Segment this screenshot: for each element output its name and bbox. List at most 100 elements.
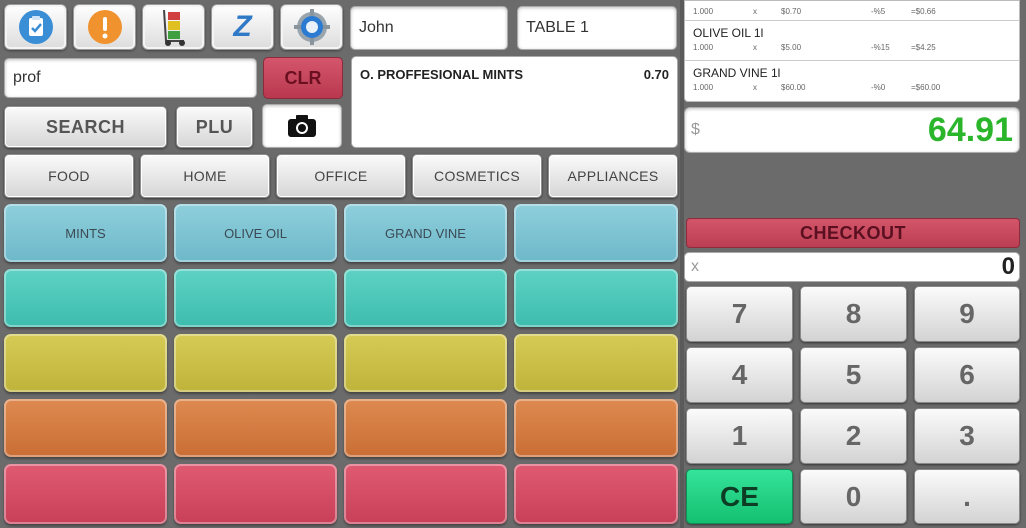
- category-office[interactable]: OFFICE: [276, 154, 406, 198]
- product-slot[interactable]: [174, 464, 337, 524]
- key-label: 8: [845, 298, 862, 329]
- product-slot[interactable]: [174, 399, 337, 457]
- product-mints[interactable]: MINTS: [4, 204, 167, 262]
- customer-name-field[interactable]: John: [350, 6, 508, 50]
- camera-icon: [288, 115, 316, 137]
- key-2[interactable]: 2: [800, 408, 907, 464]
- product-slot[interactable]: [344, 334, 507, 392]
- key-label: 3: [959, 420, 975, 451]
- category-label: HOME: [183, 168, 227, 184]
- key-5[interactable]: 5: [800, 347, 907, 403]
- order-line-discount: -%15: [871, 43, 890, 52]
- product-slot[interactable]: [174, 334, 337, 392]
- order-line-discount: -%5: [871, 7, 886, 16]
- table-name-text: TABLE 1: [526, 19, 589, 36]
- key-label: 2: [845, 420, 862, 451]
- plu-button-label: PLU: [195, 116, 234, 137]
- key-1[interactable]: 1: [686, 408, 793, 464]
- search-input[interactable]: prof: [4, 58, 257, 98]
- clear-button[interactable]: CLR: [263, 57, 343, 99]
- order-line-price: $5.00: [781, 43, 802, 52]
- camera-button[interactable]: [262, 104, 342, 148]
- product-slot[interactable]: [514, 399, 678, 457]
- search-results-panel: O. PROFFESIONAL MINTS 0.70: [351, 56, 678, 148]
- product-empty[interactable]: [514, 204, 678, 262]
- product-grand-vine[interactable]: GRAND VINE: [344, 204, 507, 262]
- category-cosmetics[interactable]: COSMETICS: [412, 154, 542, 198]
- order-line-total: =$60.00: [911, 83, 941, 92]
- currency-symbol: $: [691, 121, 700, 138]
- product-label: GRAND VINE: [385, 225, 466, 241]
- order-lines-panel: 1.000 x $0.70 -%5 =$0.66 OLIVE OIL 1l 1.…: [684, 0, 1020, 102]
- product-slot[interactable]: [4, 399, 167, 457]
- order-line[interactable]: 1.000 x $0.70 -%5 =$0.66: [685, 1, 1019, 21]
- clipboard-check-icon: [18, 10, 53, 44]
- key-8[interactable]: 8: [800, 286, 907, 342]
- product-slot[interactable]: [174, 269, 337, 327]
- key-4[interactable]: 4: [686, 347, 793, 403]
- category-home[interactable]: HOME: [140, 154, 270, 198]
- search-result-item[interactable]: O. PROFFESIONAL MINTS 0.70: [352, 57, 677, 92]
- product-label: OLIVE OIL: [224, 225, 287, 241]
- key-9[interactable]: 9: [914, 286, 1020, 342]
- order-line-price: $0.70: [781, 7, 802, 16]
- key-6[interactable]: 6: [914, 347, 1020, 403]
- category-label: COSMETICS: [434, 168, 520, 184]
- category-food[interactable]: FOOD: [4, 154, 134, 198]
- z-report-button[interactable]: Z: [211, 4, 274, 50]
- order-line-x: x: [753, 43, 757, 52]
- product-slot[interactable]: [344, 399, 507, 457]
- key-3[interactable]: 3: [914, 408, 1020, 464]
- search-button[interactable]: SEARCH: [4, 106, 167, 148]
- quantity-value: 0: [1001, 253, 1015, 280]
- category-label: OFFICE: [314, 168, 368, 184]
- order-line[interactable]: OLIVE OIL 1l 1.000 x $5.00 -%15 =$4.25: [685, 21, 1019, 61]
- key-0[interactable]: 0: [800, 469, 907, 524]
- search-result-price: 0.70: [643, 67, 669, 82]
- hand-truck-button[interactable]: [142, 4, 205, 50]
- product-olive-oil[interactable]: OLIVE OIL: [174, 204, 337, 262]
- customer-name-text: John: [359, 19, 394, 36]
- clipboard-check-button[interactable]: [4, 4, 67, 50]
- key-label: 1: [731, 420, 748, 451]
- product-slot[interactable]: [514, 269, 678, 327]
- order-line-total: =$4.25: [911, 43, 936, 52]
- category-appliances[interactable]: APPLIANCES: [548, 154, 678, 198]
- order-line-discount: -%0: [871, 83, 886, 92]
- table-field[interactable]: TABLE 1: [517, 6, 677, 50]
- plu-button[interactable]: PLU: [176, 106, 253, 148]
- order-line-x: x: [753, 83, 757, 92]
- product-slot[interactable]: [4, 334, 167, 392]
- key-decimal[interactable]: .: [914, 469, 1020, 524]
- order-line-qty: 1.000: [693, 43, 714, 52]
- checkout-label: CHECKOUT: [800, 222, 906, 243]
- order-line-qty: 1.000: [693, 83, 714, 92]
- alert-button[interactable]: [73, 4, 136, 50]
- product-slot[interactable]: [4, 464, 167, 524]
- quantity-field[interactable]: x 0: [684, 252, 1020, 282]
- order-line-price: $60.00: [781, 83, 806, 92]
- order-line-name: GRAND VINE 1l: [693, 66, 781, 80]
- settings-button[interactable]: [280, 4, 343, 50]
- category-label: APPLIANCES: [567, 168, 659, 184]
- key-label: 6: [959, 359, 975, 390]
- key-ce[interactable]: CE: [686, 469, 793, 524]
- product-slot[interactable]: [4, 269, 167, 327]
- search-result-name: O. PROFFESIONAL MINTS: [360, 67, 523, 82]
- order-line[interactable]: GRAND VINE 1l 1.000 x $60.00 -%0 =$60.00: [685, 61, 1019, 101]
- alert-icon: [87, 10, 122, 44]
- key-label: 9: [959, 298, 975, 329]
- quantity-prefix: x: [691, 258, 699, 275]
- checkout-button[interactable]: CHECKOUT: [686, 218, 1020, 248]
- product-slot[interactable]: [344, 464, 507, 524]
- category-label: FOOD: [48, 168, 90, 184]
- order-line-x: x: [753, 7, 757, 16]
- order-line-total: =$0.66: [911, 7, 936, 16]
- product-slot[interactable]: [344, 269, 507, 327]
- settings-gear-icon: [293, 9, 330, 45]
- z-report-icon: Z: [233, 10, 252, 43]
- search-button-label: SEARCH: [45, 116, 125, 137]
- product-slot[interactable]: [514, 464, 678, 524]
- product-slot[interactable]: [514, 334, 678, 392]
- key-7[interactable]: 7: [686, 286, 793, 342]
